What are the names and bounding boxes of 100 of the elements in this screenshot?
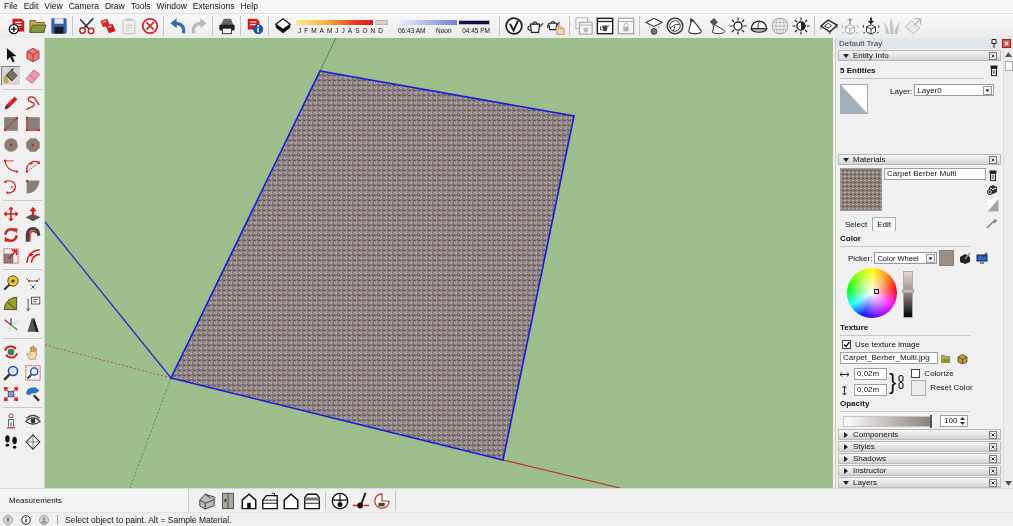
scroll-thumb[interactable] xyxy=(1004,61,1013,71)
resize-box-icon[interactable] xyxy=(1,246,21,266)
menu-item[interactable]: Extensions xyxy=(189,0,238,13)
house-side-icon[interactable] xyxy=(260,491,279,510)
panel-header[interactable]: Entity Info xyxy=(838,50,1001,61)
circle-icon[interactable] xyxy=(1,135,21,155)
scrollbar[interactable] xyxy=(1003,49,1013,488)
chain-link-icon[interactable] xyxy=(898,375,905,389)
copy-icon[interactable] xyxy=(98,17,117,35)
panel-header[interactable]: Instructor xyxy=(838,465,1001,476)
close-icon[interactable] xyxy=(1002,39,1011,48)
checkbox[interactable] xyxy=(911,368,921,378)
panel-header[interactable]: Materials xyxy=(838,154,1001,165)
cross-circle-icon[interactable] xyxy=(140,17,159,35)
menu-item[interactable]: Window xyxy=(153,0,190,13)
3d-viewport[interactable] xyxy=(45,38,833,488)
half-sun-icon[interactable] xyxy=(791,17,810,35)
pin-icon[interactable] xyxy=(991,39,997,48)
info-icon[interactable] xyxy=(21,514,31,525)
house-front-icon[interactable] xyxy=(239,491,258,510)
opacity-slider[interactable] xyxy=(843,415,932,427)
close-icon[interactable] xyxy=(989,466,997,475)
color-wheel[interactable] xyxy=(847,268,897,318)
move-arrows-icon[interactable] xyxy=(1,204,21,224)
panel-header[interactable]: Styles xyxy=(838,441,1001,452)
checkbox[interactable] xyxy=(842,340,851,349)
double-arc-icon[interactable] xyxy=(23,246,43,266)
height-field[interactable]: 0,02m xyxy=(854,384,887,396)
slider-thumb[interactable] xyxy=(902,289,914,293)
paint-bucket-icon[interactable] xyxy=(1,66,21,86)
cube-down-arrow-icon[interactable] xyxy=(861,17,880,35)
panel-header[interactable]: Shadows xyxy=(838,453,1001,464)
house-outline-icon[interactable] xyxy=(281,491,300,510)
shadow-tile-icon[interactable] xyxy=(273,17,292,35)
house-box-icon[interactable] xyxy=(302,491,321,510)
menu-item[interactable]: Camera xyxy=(65,0,102,13)
plate-arrow-icon[interactable] xyxy=(23,204,43,224)
close-icon[interactable] xyxy=(989,430,997,439)
tab[interactable]: Edit xyxy=(872,217,897,231)
carpet-face[interactable] xyxy=(169,70,575,461)
text-callout-icon[interactable] xyxy=(23,294,43,314)
close-icon[interactable] xyxy=(989,155,997,164)
close-icon[interactable] xyxy=(989,454,997,463)
cube-icon[interactable] xyxy=(23,45,43,65)
menu-item[interactable]: Draw xyxy=(101,0,128,13)
tab[interactable]: Select xyxy=(840,217,873,231)
opacity-field[interactable]: 100 xyxy=(940,415,968,427)
panel-header[interactable]: Components xyxy=(838,429,1001,440)
iso-house-icon[interactable] xyxy=(197,491,216,510)
reset-color-swatch[interactable] xyxy=(911,379,927,396)
rotate-arrows-icon[interactable] xyxy=(1,225,21,245)
spotlight-icon[interactable] xyxy=(707,17,726,35)
box-brush-icon[interactable] xyxy=(959,252,972,264)
magnifier-frame-icon[interactable] xyxy=(23,363,43,383)
tape-measure-icon[interactable] xyxy=(1,273,21,293)
expand-arrows-icon[interactable] xyxy=(1,384,21,404)
sphere-icon[interactable] xyxy=(665,17,684,35)
close-icon[interactable] xyxy=(989,478,997,487)
time-slider[interactable] xyxy=(398,19,490,25)
polygon-icon[interactable] xyxy=(23,135,43,155)
magnifier-icon[interactable] xyxy=(1,363,21,383)
close-icon[interactable] xyxy=(989,51,997,60)
document-info-icon[interactable] xyxy=(245,17,264,35)
menu-item[interactable]: Tools xyxy=(127,0,154,13)
undo-arrow-icon[interactable] xyxy=(168,17,187,35)
triangle-swatch-icon[interactable] xyxy=(986,198,999,212)
spinner-icon[interactable] xyxy=(959,416,966,426)
folder-icon[interactable] xyxy=(28,17,47,35)
v-circle-icon[interactable] xyxy=(504,17,523,35)
scissors-icon[interactable] xyxy=(77,17,96,35)
close-icon[interactable] xyxy=(989,442,997,451)
panel-header[interactable]: Layers xyxy=(838,477,1001,488)
target-icon[interactable] xyxy=(330,491,349,510)
texture-file-field[interactable]: Carpet_Berber_Multi.jpg xyxy=(840,352,938,364)
orbit-arrows-icon[interactable] xyxy=(1,342,21,362)
stacked-box-icon[interactable] xyxy=(988,170,997,181)
eyedropper-icon[interactable] xyxy=(986,218,997,229)
folder-icon[interactable] xyxy=(941,353,951,363)
document-plus-icon[interactable] xyxy=(7,17,26,35)
scroll-up-icon[interactable] xyxy=(1005,52,1012,57)
rectangle-icon[interactable] xyxy=(1,114,21,134)
cube-plus-icon[interactable] xyxy=(987,184,999,195)
stacked-box-icon[interactable] xyxy=(990,64,998,76)
window-teapot-icon[interactable] xyxy=(595,17,614,35)
arch-arrow-icon[interactable] xyxy=(23,225,43,245)
width-field[interactable]: 0,02m xyxy=(854,368,887,380)
squiggle-icon[interactable] xyxy=(23,93,43,113)
small-cube-icon[interactable] xyxy=(957,352,968,364)
color-swatch[interactable] xyxy=(939,250,955,266)
scroll-down-icon[interactable] xyxy=(1005,481,1012,486)
mortarboard-icon[interactable] xyxy=(644,17,663,35)
cone-light-icon[interactable] xyxy=(686,17,705,35)
menu-item[interactable]: Help xyxy=(237,0,261,13)
menu-item[interactable]: File xyxy=(1,0,21,13)
dome-icon[interactable] xyxy=(749,17,768,35)
layer-dropdown[interactable]: Layer0 xyxy=(914,84,995,96)
needle-dot-icon[interactable] xyxy=(351,491,370,510)
menu-item[interactable]: Edit xyxy=(20,0,42,13)
printer-icon[interactable] xyxy=(217,17,236,35)
rotated-rectangle-icon[interactable] xyxy=(23,114,43,134)
